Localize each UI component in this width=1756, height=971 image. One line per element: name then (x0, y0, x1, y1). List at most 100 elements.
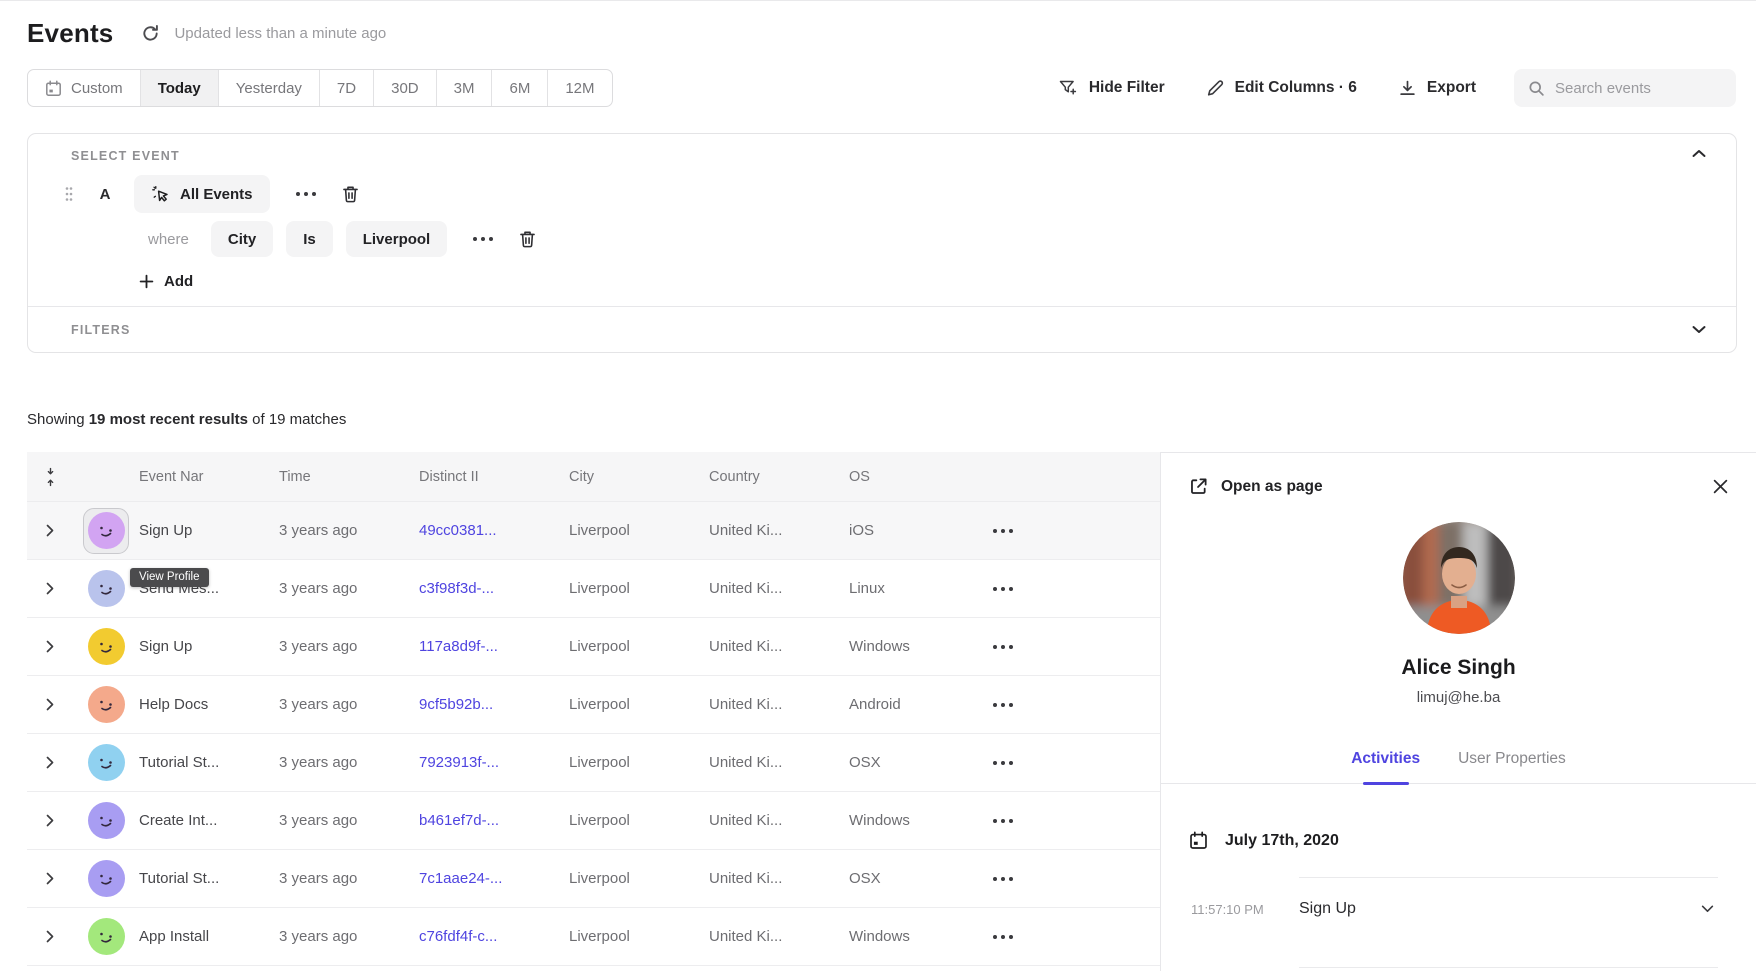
column-header-distinct-id[interactable]: Distinct II (419, 469, 569, 485)
open-as-page-button[interactable]: Open as page (1189, 477, 1323, 496)
cell-distinct-id-link[interactable]: 7923913f-... (419, 754, 569, 771)
cell-event: App Install (139, 928, 279, 945)
plus-icon (139, 274, 154, 289)
date-tab-3m[interactable]: 3M (437, 70, 493, 106)
row-more-button[interactable] (993, 637, 1013, 657)
column-header-time[interactable]: Time (279, 469, 419, 485)
user-avatar[interactable] (88, 802, 125, 839)
row-more-button[interactable] (993, 927, 1013, 947)
row-more-button[interactable] (993, 579, 1013, 599)
event-cursor-icon (151, 185, 170, 204)
row-more-button[interactable] (993, 811, 1013, 831)
avatar-frame (83, 624, 129, 670)
operator-chip[interactable]: Is (286, 221, 333, 257)
filters-section[interactable]: FILTERS (28, 306, 1736, 352)
cell-os: Android (849, 696, 969, 713)
user-avatar[interactable] (88, 918, 125, 955)
row-more-button[interactable] (993, 695, 1013, 715)
external-link-icon (1189, 477, 1208, 496)
profile-tab-user-properties[interactable]: User Properties (1458, 750, 1566, 783)
profile-name: Alice Singh (1189, 656, 1728, 680)
cell-distinct-id-link[interactable]: c76fdf4f-c... (419, 928, 569, 945)
avatar-frame (83, 508, 129, 554)
event-delete-button[interactable] (342, 185, 359, 203)
profile-tab-label: Activities (1351, 750, 1420, 767)
avatar-frame (83, 566, 129, 612)
row-more-button[interactable] (993, 753, 1013, 773)
user-avatar[interactable] (88, 628, 125, 665)
chevron-down-icon (1701, 905, 1714, 913)
export-button[interactable]: Export (1399, 79, 1476, 97)
row-more-button[interactable] (993, 869, 1013, 889)
add-event-button[interactable]: Add (139, 273, 193, 290)
user-avatar[interactable] (88, 860, 125, 897)
cell-distinct-id-link[interactable]: c3f98f3d-... (419, 580, 569, 597)
date-tab-6m[interactable]: 6M (492, 70, 548, 106)
row-more-button[interactable] (993, 521, 1013, 541)
collapse-select-event-button[interactable] (1692, 149, 1706, 158)
user-avatar[interactable] (88, 686, 125, 723)
date-tab-label: 3M (454, 80, 475, 97)
event-chip-label: All Events (180, 186, 253, 203)
expand-row-button[interactable] (27, 814, 73, 827)
date-tab-12m[interactable]: 12M (548, 70, 611, 106)
property-chip[interactable]: City (211, 221, 273, 257)
date-tab-today[interactable]: Today (141, 70, 219, 106)
value-chip[interactable]: Liverpool (346, 221, 448, 257)
collapse-rows-icon[interactable] (27, 466, 73, 488)
column-header-event[interactable]: Event Nar (139, 469, 279, 485)
where-delete-button[interactable] (519, 230, 536, 248)
cell-time: 3 years ago (279, 522, 419, 539)
expand-row-button[interactable] (27, 698, 73, 711)
close-panel-button[interactable] (1713, 479, 1728, 494)
column-header-city[interactable]: City (569, 469, 709, 485)
event-more-button[interactable] (296, 184, 316, 204)
profile-tabs: Activities User Properties (1189, 750, 1728, 783)
edit-columns-button[interactable]: Edit Columns · 6 (1207, 79, 1357, 97)
where-more-button[interactable] (473, 229, 493, 249)
date-tab-custom[interactable]: Custom (28, 70, 141, 106)
refresh-button[interactable] (141, 24, 160, 43)
cell-country: United Ki... (709, 870, 849, 887)
profile-photo (1403, 522, 1515, 634)
where-clause-row: where City Is Liverpool (71, 221, 1706, 257)
search-icon (1528, 80, 1545, 97)
cell-distinct-id-link[interactable]: 49cc0381... (419, 522, 569, 539)
expand-row-button[interactable] (27, 640, 73, 653)
user-avatar[interactable] (88, 744, 125, 781)
date-tab-30d[interactable]: 30D (374, 70, 437, 106)
search-box (1514, 69, 1736, 107)
calendar-icon (1189, 831, 1208, 850)
expand-row-button[interactable] (27, 582, 73, 595)
cell-os: iOS (849, 522, 969, 539)
event-selector-chip[interactable]: All Events (134, 175, 270, 213)
date-tab-yesterday[interactable]: Yesterday (219, 70, 320, 106)
cell-distinct-id-link[interactable]: 117a8d9f-... (419, 638, 569, 655)
event-step-row: A All Events (71, 175, 1706, 213)
expand-row-button[interactable] (27, 756, 73, 769)
hide-filter-button[interactable]: Hide Filter (1059, 79, 1165, 97)
column-header-os[interactable]: OS (849, 469, 969, 485)
activity-event-row[interactable]: 11:57:10 PM Sign Up (1189, 878, 1728, 940)
cell-distinct-id-link[interactable]: b461ef7d-... (419, 812, 569, 829)
search-input[interactable] (1555, 80, 1722, 97)
activity-divider (1299, 967, 1718, 968)
profile-tab-activities[interactable]: Activities (1351, 750, 1420, 783)
where-label: where (148, 231, 189, 248)
expand-row-button[interactable] (27, 524, 73, 537)
cell-distinct-id-link[interactable]: 7c1aae24-... (419, 870, 569, 887)
date-tab-7d[interactable]: 7D (320, 70, 374, 106)
cell-distinct-id-link[interactable]: 9cf5b92b... (419, 696, 569, 713)
user-avatar[interactable] (88, 570, 125, 607)
drag-handle-icon[interactable] (64, 186, 74, 202)
expand-row-button[interactable] (27, 872, 73, 885)
page-header: Events Updated less than a minute ago (27, 18, 1736, 49)
expand-row-button[interactable] (27, 930, 73, 943)
user-avatar[interactable] (88, 512, 125, 549)
cell-time: 3 years ago (279, 812, 419, 829)
step-letter: A (98, 186, 112, 203)
calendar-icon (45, 80, 62, 97)
toolbar: Hide Filter Edit Columns · 6 Export (1017, 69, 1736, 107)
column-header-country[interactable]: Country (709, 469, 849, 485)
activity-time: 11:57:10 PM (1191, 902, 1299, 917)
